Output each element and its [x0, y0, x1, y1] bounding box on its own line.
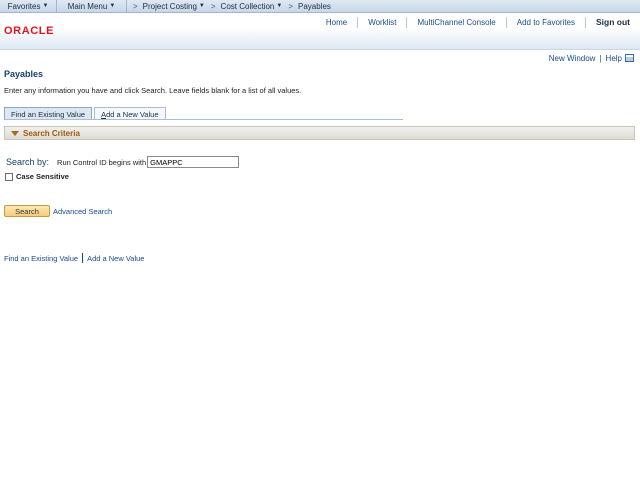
add-new-value-link[interactable]: Add a New Value — [87, 254, 144, 263]
chevron-down-icon: ▼ — [276, 3, 283, 9]
page-title: Payables — [4, 69, 44, 79]
header-links: Home Worklist MultiChannel Console Add t… — [316, 17, 640, 28]
find-existing-value-link[interactable]: Find an Existing Value — [4, 254, 78, 263]
breadcrumb-separator: > — [288, 1, 293, 11]
customize-page-icon[interactable] — [625, 54, 634, 62]
breadcrumb-project-costing[interactable]: Project Costing ▼ — [143, 0, 205, 13]
add-to-favorites-link[interactable]: Add to Favorites — [505, 17, 585, 28]
breadcrumb-separator: > — [133, 1, 138, 11]
tab-divider — [4, 119, 403, 120]
search-by-row: Search by: Run Control ID begins with — [6, 156, 240, 168]
case-sensitive-row: Case Sensitive — [5, 172, 69, 181]
main-menu-label: Main Menu — [67, 1, 108, 11]
header: ORACLE Home Worklist MultiChannel Consol… — [0, 14, 640, 50]
main-menu[interactable]: Main Menu ▼ — [57, 0, 127, 13]
page-instructions: Enter any information you have and click… — [4, 86, 302, 95]
home-link[interactable]: Home — [316, 17, 357, 28]
page-bar: New Window | Help — [549, 53, 634, 63]
bottom-links: Find an Existing Value Add a New Value — [4, 253, 144, 263]
link-separator — [82, 253, 84, 263]
breadcrumb-payables: Payables — [298, 0, 331, 13]
pagebar-separator: | — [599, 53, 602, 63]
new-window-link[interactable]: New Window — [549, 54, 596, 63]
collapse-triangle-icon — [11, 130, 19, 136]
section-title: Search Criteria — [23, 128, 80, 138]
multichannel-console-link[interactable]: MultiChannel Console — [406, 17, 505, 28]
help-link[interactable]: Help — [606, 54, 622, 63]
favorites-menu[interactable]: Favorites ▼ — [0, 0, 57, 13]
search-by-label: Search by: — [6, 157, 50, 167]
search-button[interactable]: Search — [4, 205, 50, 217]
sign-out-link[interactable]: Sign out — [585, 17, 640, 28]
breadcrumb-cost-collection[interactable]: Cost Collection ▼ — [221, 0, 283, 13]
tab-label: Find an Existing Value — [11, 109, 86, 119]
top-nav-bar: Favorites ▼ Main Menu ▼ > Project Costin… — [0, 0, 640, 13]
chevron-down-icon: ▼ — [109, 3, 116, 9]
run-control-id-input[interactable] — [147, 156, 240, 168]
search-criteria-header[interactable]: Search Criteria — [4, 126, 635, 140]
breadcrumb-label: Project Costing — [142, 1, 197, 11]
breadcrumb-label: Cost Collection — [220, 1, 275, 11]
case-sensitive-checkbox[interactable] — [5, 172, 13, 181]
chevron-down-icon: ▼ — [42, 3, 49, 9]
breadcrumb-label: Payables — [297, 1, 331, 11]
worklist-link[interactable]: Worklist — [357, 17, 406, 28]
chevron-down-icon: ▼ — [198, 3, 205, 9]
oracle-logo: ORACLE — [4, 25, 55, 37]
tab-label: dd a New Value — [106, 109, 159, 119]
favorites-label: Favorites — [7, 1, 41, 11]
advanced-search-link[interactable]: Advanced Search — [53, 207, 112, 216]
case-sensitive-label: Case Sensitive — [16, 172, 69, 181]
operator-label: begins with — [108, 157, 147, 167]
run-control-id-label: Run Control ID — [57, 157, 107, 167]
breadcrumb-separator: > — [210, 1, 216, 11]
